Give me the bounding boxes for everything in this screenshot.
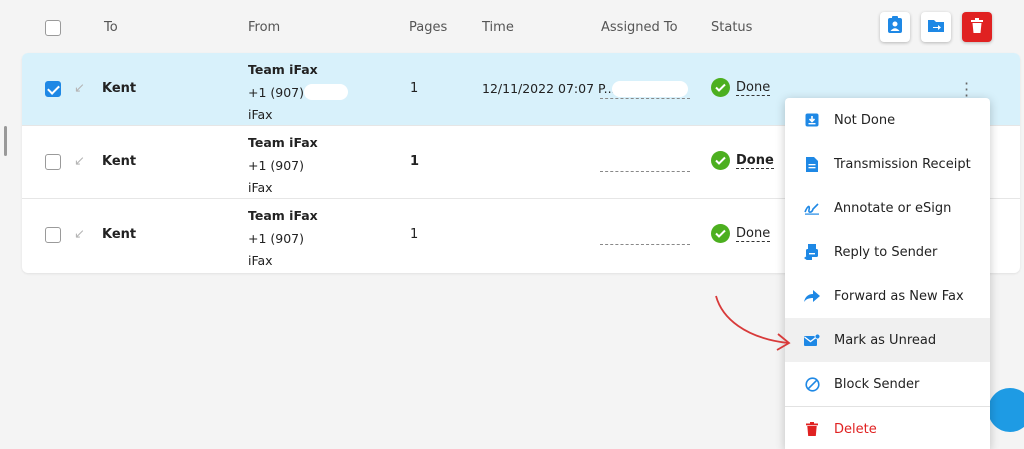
menu-item-block-sender[interactable]: Block Sender xyxy=(785,362,990,406)
row-checkbox[interactable] xyxy=(45,81,61,97)
envelope-dot-icon xyxy=(804,332,820,348)
contact-icon xyxy=(887,16,903,38)
page-count: 1 xyxy=(410,227,419,242)
delete-selected-button[interactable] xyxy=(962,12,992,42)
row-context-menu: Not Done Transmission Receipt Annotate o… xyxy=(785,98,990,449)
menu-item-label: Delete xyxy=(834,421,877,437)
column-header-assigned-to[interactable]: Assigned To xyxy=(601,20,678,35)
sender-number: +1 (907) xyxy=(248,230,305,246)
sender-name: Team iFax xyxy=(248,135,318,150)
menu-item-label: Annotate or eSign xyxy=(834,200,952,216)
incoming-arrow-icon: ↙ xyxy=(74,81,85,96)
menu-item-label: Reply to Sender xyxy=(834,244,938,260)
trash-icon xyxy=(804,421,820,437)
received-time: 12/11/2022 07:07 P... xyxy=(482,81,616,96)
menu-item-delete[interactable]: Delete xyxy=(785,407,990,449)
status-text: Done xyxy=(736,79,771,96)
check-circle-icon xyxy=(711,224,730,243)
assigned-to-value[interactable] xyxy=(600,229,690,245)
row-checkbox[interactable] xyxy=(45,227,61,243)
menu-item-label: Mark as Unread xyxy=(834,332,937,348)
select-all-checkbox[interactable] xyxy=(45,20,61,36)
download-box-icon xyxy=(804,112,820,128)
redaction xyxy=(612,81,688,97)
sender-info: Team iFax +1 (907) iFax xyxy=(248,205,318,273)
menu-item-label: Forward as New Fax xyxy=(834,288,964,304)
scroll-handle[interactable] xyxy=(4,126,7,156)
sender-name: Team iFax xyxy=(248,208,318,223)
menu-item-label: Not Done xyxy=(834,112,896,128)
sender-app: iFax xyxy=(248,107,273,122)
menu-item-transmission-receipt[interactable]: Transmission Receipt xyxy=(785,142,990,186)
redaction xyxy=(304,84,348,100)
trash-icon xyxy=(971,17,983,37)
move-folder-icon xyxy=(927,18,945,37)
forward-arrow-icon xyxy=(804,288,820,304)
sender-app: iFax xyxy=(248,253,273,268)
sender-info: Team iFax +1 (907) iFax xyxy=(248,132,318,200)
signature-icon xyxy=(804,200,820,216)
incoming-arrow-icon: ↙ xyxy=(74,227,85,242)
sender-name: Team iFax xyxy=(248,62,318,77)
recipient-name: Kent xyxy=(102,227,137,242)
status-badge[interactable]: Done xyxy=(711,151,774,170)
incoming-arrow-icon: ↙ xyxy=(74,154,85,169)
page-count: 1 xyxy=(410,81,419,96)
annotation-arrow xyxy=(715,295,791,351)
menu-item-annotate-esign[interactable]: Annotate or eSign xyxy=(785,186,990,230)
fax-reply-icon xyxy=(804,244,820,260)
column-header-to[interactable]: To xyxy=(104,20,118,35)
status-text: Done xyxy=(736,225,771,242)
status-text: Done xyxy=(736,152,774,169)
assigned-to-value[interactable] xyxy=(600,156,690,172)
sender-number: +1 (907) xyxy=(248,157,305,173)
check-circle-icon xyxy=(711,151,730,170)
block-icon xyxy=(804,376,820,392)
assign-contact-button[interactable] xyxy=(880,12,910,42)
menu-item-label: Block Sender xyxy=(834,376,920,392)
move-to-folder-button[interactable] xyxy=(921,12,951,42)
status-badge[interactable]: Done xyxy=(711,78,771,97)
document-icon xyxy=(804,156,820,172)
recipient-name: Kent xyxy=(102,154,137,169)
menu-item-label: Transmission Receipt xyxy=(834,156,971,172)
floating-action-button[interactable] xyxy=(988,388,1024,432)
column-header-pages[interactable]: Pages xyxy=(409,20,447,35)
column-header-time[interactable]: Time xyxy=(482,20,514,35)
column-header-status[interactable]: Status xyxy=(711,20,752,35)
status-badge[interactable]: Done xyxy=(711,224,771,243)
recipient-name: Kent xyxy=(102,81,137,96)
menu-item-not-done[interactable]: Not Done xyxy=(785,98,990,142)
sender-app: iFax xyxy=(248,180,273,195)
column-header-from[interactable]: From xyxy=(248,20,280,35)
check-circle-icon xyxy=(711,78,730,97)
menu-item-reply-to-sender[interactable]: Reply to Sender xyxy=(785,230,990,274)
row-checkbox[interactable] xyxy=(45,154,61,170)
page-count: 1 xyxy=(410,154,420,169)
menu-item-mark-as-unread[interactable]: Mark as Unread xyxy=(785,318,990,362)
table-header: To From Pages Time Assigned To Status xyxy=(22,0,1020,54)
menu-item-forward-as-new-fax[interactable]: Forward as New Fax xyxy=(785,274,990,318)
more-options-icon[interactable]: · · · xyxy=(964,76,969,104)
